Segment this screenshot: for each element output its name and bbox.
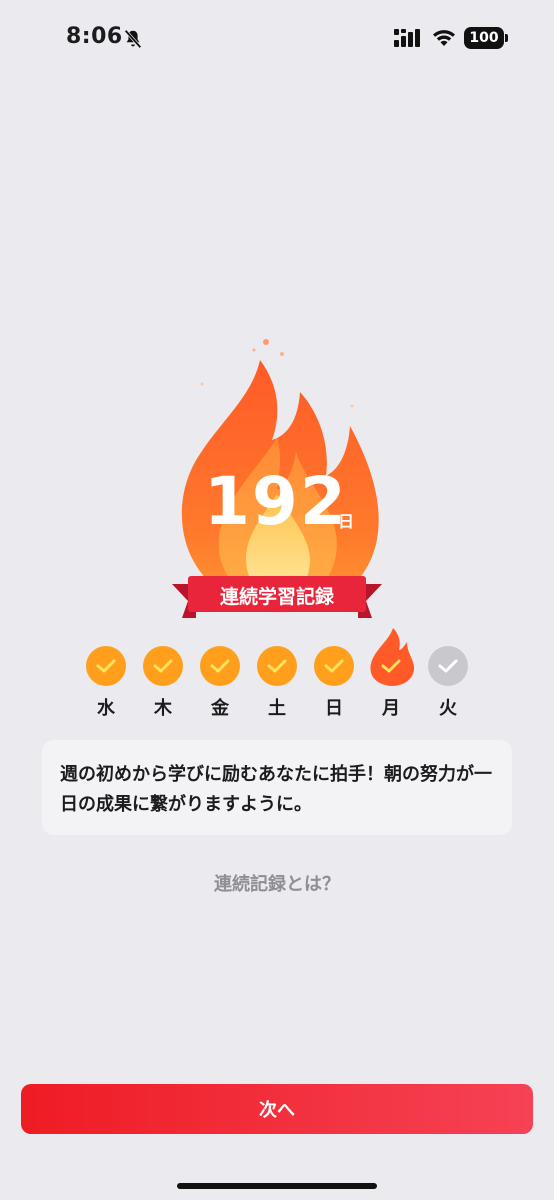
day-item: 金 — [198, 644, 244, 724]
next-button[interactable]: 次へ — [21, 1084, 533, 1134]
day-label: 金 — [211, 698, 229, 719]
day-label: 水 — [97, 698, 115, 719]
day-label: 木 — [154, 698, 172, 719]
day-label: 火 — [439, 698, 457, 719]
checkmark-icon — [153, 659, 173, 673]
week-streak-row: 水 木 金 土 日 月 火 — [84, 628, 474, 724]
checkmark-icon — [267, 659, 287, 673]
home-indicator — [177, 1183, 377, 1189]
day-label: 土 — [268, 698, 286, 719]
message-text: 週の初めから学びに励むあなたに拍手！朝の努力が一日の成果に繋がりますように。 — [60, 764, 492, 815]
day-item: 日 — [312, 644, 358, 724]
checkmark-icon — [324, 659, 344, 673]
streak-count: 192 — [204, 463, 348, 540]
status-time: 8:06 — [66, 24, 123, 49]
ribbon-label: 連続学習記録 — [219, 586, 334, 608]
battery-tip — [505, 34, 508, 42]
flame-icon — [370, 628, 415, 686]
streak-help-link[interactable]: 連続記録とは？ — [0, 870, 554, 896]
day-item: 水 — [84, 644, 130, 724]
checkmark-icon — [210, 659, 230, 673]
day-item: 火 — [426, 644, 472, 724]
message-card: 週の初めから学びに励むあなたに拍手！朝の努力が一日の成果に繋がりますように。 — [42, 740, 512, 835]
checkmark-icon — [438, 659, 458, 673]
bell-slash-icon — [124, 29, 142, 49]
battery-icon: 100 — [464, 27, 504, 49]
day-item: 木 — [141, 644, 187, 724]
day-label: 月 — [382, 698, 400, 719]
wifi-icon — [433, 30, 455, 46]
signal-icon — [394, 29, 420, 47]
checkmark-icon — [96, 659, 116, 673]
day-label: 日 — [325, 698, 343, 719]
checkmark-icon — [381, 659, 401, 673]
day-item-today: 月 — [369, 628, 415, 724]
day-item: 土 — [255, 644, 301, 724]
streak-unit: 日 — [338, 512, 355, 531]
